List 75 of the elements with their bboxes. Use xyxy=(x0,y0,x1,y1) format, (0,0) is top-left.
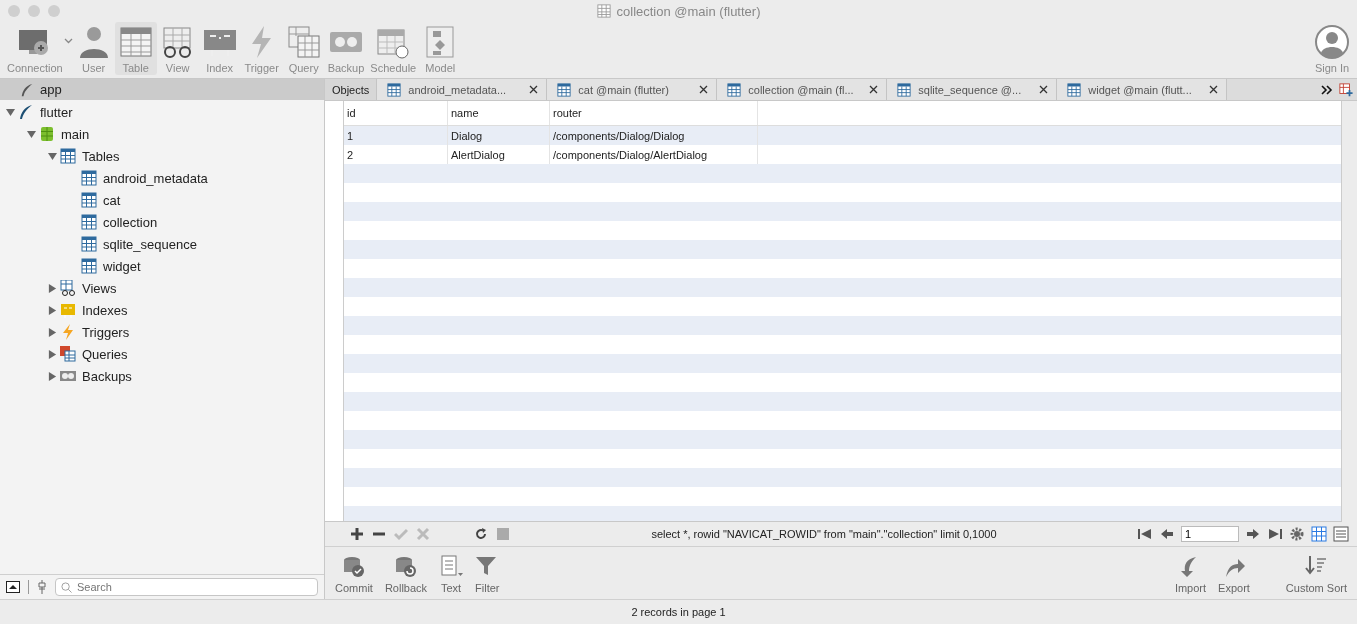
tree-item[interactable]: cat xyxy=(103,192,121,208)
close-icon[interactable] xyxy=(1209,85,1219,94)
table-cell: /components/Dialog/Dialog xyxy=(550,126,758,145)
export-button[interactable]: Export xyxy=(1212,547,1256,599)
database-check-icon xyxy=(341,555,366,579)
first-page-icon[interactable] xyxy=(1137,526,1153,542)
avatar-icon xyxy=(1314,24,1350,60)
collapsed-arrow-icon[interactable] xyxy=(48,283,57,293)
overflow-chevron-icon[interactable] xyxy=(1321,84,1333,95)
document-tab[interactable]: widget @main (flutt... xyxy=(1057,79,1228,100)
form-view-icon[interactable] xyxy=(1333,526,1349,542)
commit-button[interactable]: Commit xyxy=(329,547,379,599)
column-header[interactable]: id xyxy=(344,101,448,125)
objects-tab[interactable]: Objects xyxy=(325,79,378,100)
page-number-field[interactable]: 1 xyxy=(1181,526,1239,542)
feather-icon xyxy=(20,82,34,97)
checkmark-icon[interactable] xyxy=(393,526,409,542)
database-icon xyxy=(39,126,55,142)
column-header[interactable]: router xyxy=(550,101,758,125)
table-cell: 1 xyxy=(344,126,448,145)
connection-header[interactable]: app xyxy=(40,82,62,97)
last-page-icon[interactable] xyxy=(1267,526,1283,542)
close-icon[interactable] xyxy=(529,85,539,94)
document-tab[interactable]: sqlite_sequence @... xyxy=(887,79,1058,100)
collapsed-arrow-icon[interactable] xyxy=(48,327,57,337)
tree-item[interactable]: main xyxy=(61,126,90,142)
sql-query-text: select *, rowid "NAVICAT_ROWID" from "main"."collection" limit 0,1000 xyxy=(650,528,998,540)
close-icon[interactable] xyxy=(699,85,709,94)
document-tab[interactable]: collection @main (fl... xyxy=(717,79,888,100)
document-tab[interactable]: android_metadata... xyxy=(377,79,548,100)
import-button[interactable]: Import xyxy=(1168,547,1213,599)
refresh-icon[interactable] xyxy=(473,526,489,542)
collapsed-arrow-icon[interactable] xyxy=(48,349,57,359)
settings-icon[interactable] xyxy=(1289,526,1305,542)
search-field[interactable]: Search xyxy=(55,578,318,596)
previous-page-icon[interactable] xyxy=(1159,526,1175,542)
table-cell: Dialog xyxy=(448,126,550,145)
window-title: collection @main (flutter) xyxy=(616,3,761,19)
close-icon[interactable] xyxy=(869,85,879,94)
collapsed-arrow-icon[interactable] xyxy=(48,371,57,381)
close-icon[interactable] xyxy=(1039,85,1049,94)
document-tab[interactable]: cat @main (flutter) xyxy=(547,79,718,100)
column-header[interactable]: name xyxy=(448,101,550,125)
tree-item[interactable]: Tables xyxy=(82,148,120,164)
plug-icon[interactable] xyxy=(37,580,47,594)
new-table-icon[interactable] xyxy=(1339,82,1353,97)
add-icon[interactable] xyxy=(349,526,365,542)
tree-item[interactable]: Backups xyxy=(82,368,132,384)
tree-item[interactable]: Queries xyxy=(82,346,128,362)
tree-item[interactable]: widget xyxy=(103,258,141,274)
caret-icon[interactable] xyxy=(63,38,73,44)
document-icon xyxy=(439,555,464,579)
tree-item[interactable]: android_metadata xyxy=(103,170,208,186)
filter-button[interactable]: Filter xyxy=(469,547,506,599)
next-page-icon[interactable] xyxy=(1245,526,1261,542)
search-icon xyxy=(61,582,72,593)
rollback-button[interactable]: Rollback xyxy=(378,547,434,599)
tree-item[interactable]: Views xyxy=(82,280,117,296)
text-button[interactable]: Text xyxy=(433,547,470,599)
tables-icon xyxy=(285,24,322,60)
collapsed-arrow-icon[interactable] xyxy=(48,305,57,315)
tree-item[interactable]: Indexes xyxy=(82,302,128,318)
expanded-arrow-icon[interactable] xyxy=(6,107,15,117)
expanded-arrow-icon[interactable] xyxy=(48,151,57,161)
database-undo-icon xyxy=(394,555,418,579)
panel-toggle-icon[interactable] xyxy=(6,581,20,593)
grid-view-icon[interactable] xyxy=(1311,526,1327,542)
expanded-arrow-icon[interactable] xyxy=(27,129,36,139)
lightning-icon xyxy=(60,324,76,340)
tree-item[interactable]: collection xyxy=(103,214,158,230)
status-text: 2 records in page 1 xyxy=(0,599,1357,624)
tree-item[interactable]: Triggers xyxy=(82,324,130,340)
tree-item[interactable]: sqlite_sequence xyxy=(103,236,197,252)
sort-button[interactable]: Custom Sort xyxy=(1279,547,1353,599)
tree-item[interactable]: flutter xyxy=(40,104,73,120)
